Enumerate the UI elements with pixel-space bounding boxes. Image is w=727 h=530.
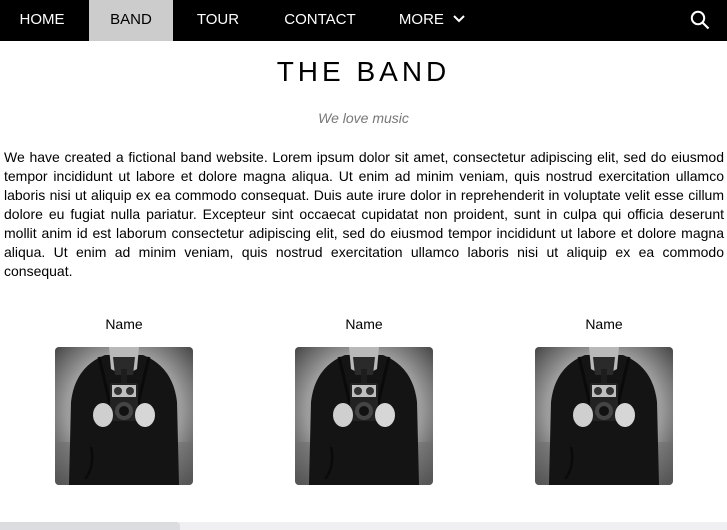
- member-name: Name: [105, 316, 143, 332]
- member-card: Name: [535, 316, 673, 334]
- nav-more-dropdown[interactable]: MORE: [390, 0, 474, 41]
- nav-contact-label: CONTACT: [284, 11, 356, 28]
- page-title: THE BAND: [276, 56, 451, 87]
- nav-tour-label: TOUR: [196, 11, 240, 28]
- member-card: Name: [295, 316, 433, 334]
- nav-home[interactable]: HOME: [0, 0, 84, 41]
- nav-band-label: BAND: [110, 11, 152, 28]
- member-photo[interactable]: [55, 347, 193, 485]
- member-photo[interactable]: [295, 347, 433, 485]
- nav-more-label: MORE: [398, 11, 444, 28]
- nav-tour[interactable]: TOUR: [178, 0, 258, 41]
- top-navbar: HOME BAND TOUR CONTACT MORE: [0, 0, 727, 41]
- nav-home-label: HOME: [19, 11, 65, 28]
- horizontal-scrollbar-thumb[interactable]: [0, 522, 180, 530]
- member-card: Name: [55, 316, 193, 334]
- member-name: Name: [345, 316, 383, 332]
- search-icon[interactable]: [690, 10, 710, 30]
- band-description: We have created a fictional band website…: [4, 149, 724, 279]
- nav-contact[interactable]: CONTACT: [270, 0, 370, 41]
- page-tagline: We love music: [318, 110, 409, 126]
- nav-band[interactable]: BAND: [89, 0, 173, 41]
- member-name: Name: [585, 316, 623, 332]
- member-photo[interactable]: [535, 347, 673, 485]
- chevron-down-icon: [453, 14, 465, 22]
